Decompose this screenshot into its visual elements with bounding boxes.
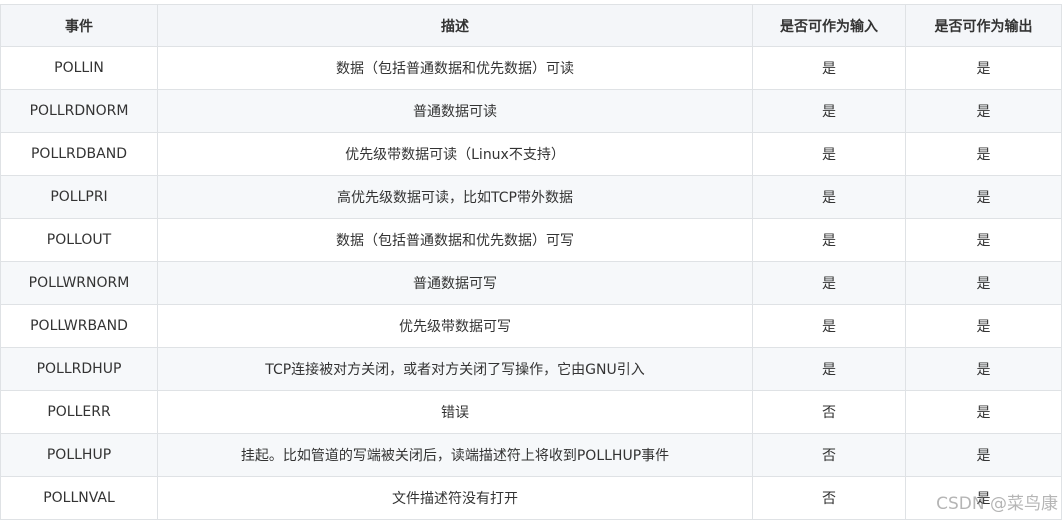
as-input-cell: 是 <box>752 261 906 305</box>
event-cell: POLLHUP <box>0 433 158 477</box>
description-cell: 挂起。比如管道的写端被关闭后，读端描述符上将收到POLLHUP事件 <box>157 433 753 477</box>
table-row: POLLWRBAND 优先级带数据可写是是 <box>0 304 1062 348</box>
event-cell: POLLPRI <box>0 175 158 219</box>
event-cell: POLLWRBAND <box>0 304 158 348</box>
event-cell: POLLIN <box>0 46 158 90</box>
as-input-cell: 是 <box>752 132 906 176</box>
description-cell: 文件描述符没有打开 <box>157 476 753 520</box>
description-cell: 普通数据可读 <box>157 89 753 133</box>
description-cell: 优先级带数据可读（Linux不支持） <box>157 132 753 176</box>
header-as-input: 是否可作为输入 <box>752 4 906 47</box>
table-row: POLLNVAL 文件描述符没有打开否是 <box>0 476 1062 520</box>
as-input-cell: 是 <box>752 304 906 348</box>
as-input-cell: 否 <box>752 476 906 520</box>
header-as-output: 是否可作为输出 <box>905 4 1062 47</box>
table-row: POLLERR 错误否是 <box>0 390 1062 434</box>
as-input-cell: 是 <box>752 347 906 391</box>
table-row: POLLRDNORM 普通数据可读是是 <box>0 89 1062 133</box>
event-cell: POLLOUT <box>0 218 158 262</box>
as-input-cell: 是 <box>752 46 906 90</box>
event-cell: POLLNVAL <box>0 476 158 520</box>
table-row: POLLPRI 高优先级数据可读，比如TCP带外数据是是 <box>0 175 1062 219</box>
as-output-cell: 是 <box>905 390 1062 434</box>
event-cell: POLLRDBAND <box>0 132 158 176</box>
table-row: POLLIN 数据（包括普通数据和优先数据）可读是是 <box>0 46 1062 90</box>
as-output-cell: 是 <box>905 175 1062 219</box>
event-cell: POLLRDHUP <box>0 347 158 391</box>
as-output-cell: 是 <box>905 218 1062 262</box>
table-row: POLLOUT 数据（包括普通数据和优先数据）可写是是 <box>0 218 1062 262</box>
table-header-row: 事件 描述 是否可作为输入 是否可作为输出 <box>0 4 1062 47</box>
as-output-cell: 是 <box>905 261 1062 305</box>
event-cell: POLLWRNORM <box>0 261 158 305</box>
as-input-cell: 是 <box>752 175 906 219</box>
description-cell: 优先级带数据可写 <box>157 304 753 348</box>
description-cell: 数据（包括普通数据和优先数据）可读 <box>157 46 753 90</box>
as-output-cell: 是 <box>905 89 1062 133</box>
as-output-cell: 是 <box>905 304 1062 348</box>
table-row: POLLWRNORM 普通数据可写是是 <box>0 261 1062 305</box>
as-output-cell: 是 <box>905 132 1062 176</box>
as-input-cell: 否 <box>752 433 906 477</box>
header-event: 事件 <box>0 4 158 47</box>
csdn-watermark: CSDN @菜鸟康 <box>936 494 1058 514</box>
header-description: 描述 <box>157 4 753 47</box>
as-input-cell: 否 <box>752 390 906 434</box>
description-cell: 数据（包括普通数据和优先数据）可写 <box>157 218 753 262</box>
poll-events-table: 事件 描述 是否可作为输入 是否可作为输出 POLLIN 数据（包括普通数据和优先… <box>0 4 1062 520</box>
as-input-cell: 是 <box>752 89 906 133</box>
table-body: POLLIN 数据（包括普通数据和优先数据）可读是是 POLLRDNORM 普通数据可… <box>0 46 1062 520</box>
as-input-cell: 是 <box>752 218 906 262</box>
description-cell: 错误 <box>157 390 753 434</box>
as-output-cell: 是 <box>905 347 1062 391</box>
description-cell: TCP连接被对方关闭，或者对方关闭了写操作，它由GNU引入 <box>157 347 753 391</box>
description-cell: 高优先级数据可读，比如TCP带外数据 <box>157 175 753 219</box>
as-output-cell: 是 <box>905 433 1062 477</box>
table-row: POLLRDHUP TCP连接被对方关闭，或者对方关闭了写操作，它由GNU引入是是 <box>0 347 1062 391</box>
as-output-cell: 是 <box>905 46 1062 90</box>
event-cell: POLLRDNORM <box>0 89 158 133</box>
event-cell: POLLERR <box>0 390 158 434</box>
table-row: POLLHUP 挂起。比如管道的写端被关闭后，读端描述符上将收到POLLHUP事件… <box>0 433 1062 477</box>
description-cell: 普通数据可写 <box>157 261 753 305</box>
table-row: POLLRDBAND 优先级带数据可读（Linux不支持）是是 <box>0 132 1062 176</box>
